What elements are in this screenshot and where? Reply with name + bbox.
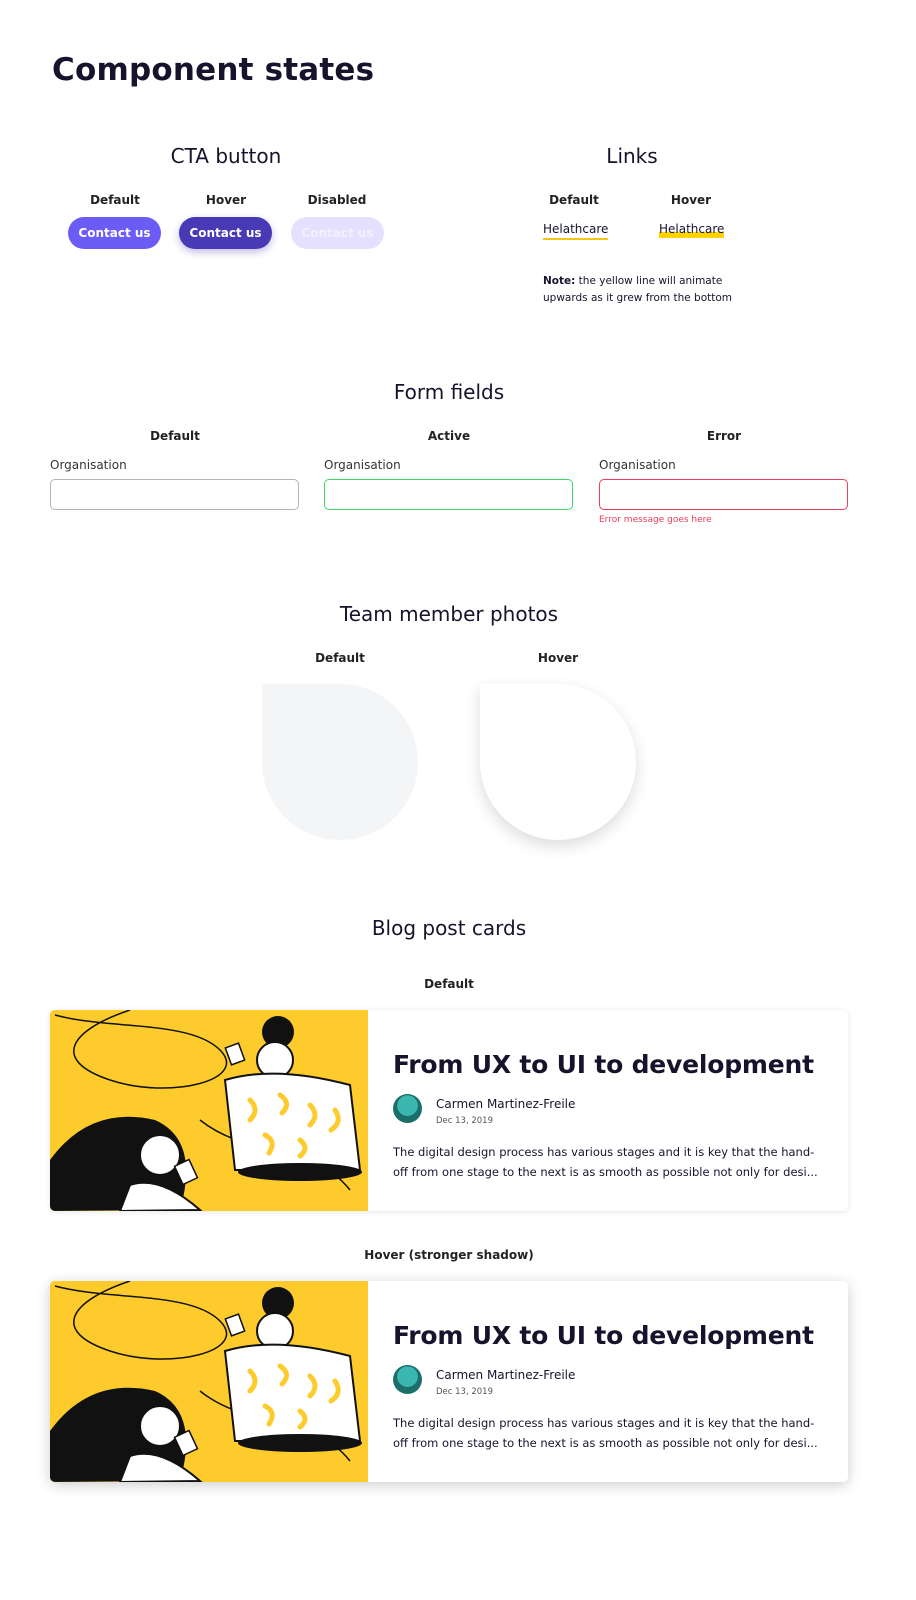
team-photo-hover[interactable] bbox=[480, 684, 636, 840]
excerpt-line-2: off from one stage to the next is as smo… bbox=[393, 1436, 818, 1450]
blog-card-title[interactable]: From UX to UI to development bbox=[393, 1321, 814, 1350]
form-error-label: Error bbox=[706, 429, 742, 443]
blog-card-hover[interactable]: From UX to UI to development Carmen Mart… bbox=[50, 1281, 848, 1482]
author-name: Carmen Martinez-Freile bbox=[436, 1368, 576, 1382]
links-note: Note: the yellow line will animate upwar… bbox=[543, 273, 743, 307]
page-title: Component states bbox=[52, 52, 375, 88]
links-section-title: Links bbox=[606, 144, 658, 168]
cta-section-title: CTA button bbox=[170, 144, 282, 168]
author-avatar bbox=[393, 1365, 422, 1394]
blog-card-default[interactable]: From UX to UI to development Carmen Mart… bbox=[50, 1010, 848, 1211]
post-excerpt: The digital design process has various s… bbox=[393, 1413, 825, 1453]
contact-us-button-hover[interactable]: Contact us bbox=[179, 217, 272, 249]
team-section-title: Team member photos bbox=[339, 602, 559, 626]
organisation-label-error: Organisation bbox=[599, 458, 676, 472]
author-avatar bbox=[393, 1094, 422, 1123]
organisation-input-active[interactable] bbox=[324, 479, 573, 510]
illustration-art bbox=[50, 1281, 368, 1482]
contact-us-button-disabled: Contact us bbox=[291, 217, 384, 249]
healthcare-link-default[interactable]: Helathcare bbox=[543, 222, 609, 240]
blog-default-label: Default bbox=[424, 977, 474, 991]
excerpt-line-2: off from one stage to the next is as smo… bbox=[393, 1165, 818, 1179]
organisation-input-default[interactable] bbox=[50, 479, 299, 510]
post-date: Dec 13, 2019 bbox=[436, 1387, 494, 1397]
excerpt-line-1: The digital design process has various s… bbox=[393, 1145, 815, 1159]
author-name: Carmen Martinez-Freile bbox=[436, 1097, 576, 1111]
team-photo-default[interactable] bbox=[262, 684, 418, 840]
error-message: Error message goes here bbox=[599, 515, 712, 525]
illustration-art bbox=[50, 1010, 368, 1211]
organisation-label-default: Organisation bbox=[50, 458, 127, 472]
note-label: Note: bbox=[543, 275, 576, 287]
cta-hover-label: Hover bbox=[205, 193, 247, 207]
form-active-label: Active bbox=[427, 429, 471, 443]
links-hover-label: Hover bbox=[670, 193, 712, 207]
post-date: Dec 13, 2019 bbox=[436, 1116, 494, 1126]
blog-card-illustration bbox=[50, 1010, 368, 1211]
post-excerpt: The digital design process has various s… bbox=[393, 1142, 825, 1182]
blog-card-illustration bbox=[50, 1281, 368, 1482]
team-hover-label: Hover bbox=[537, 651, 579, 665]
excerpt-line-1: The digital design process has various s… bbox=[393, 1416, 815, 1430]
contact-us-button-default[interactable]: Contact us bbox=[68, 217, 161, 249]
organisation-input-error[interactable] bbox=[599, 479, 848, 510]
form-default-label: Default bbox=[150, 429, 200, 443]
team-default-label: Default bbox=[315, 651, 365, 665]
form-section-title: Form fields bbox=[393, 380, 505, 404]
healthcare-link-hover[interactable]: Helathcare bbox=[659, 222, 725, 238]
blog-card-title[interactable]: From UX to UI to development bbox=[393, 1050, 814, 1079]
cta-default-label: Default bbox=[90, 193, 140, 207]
blog-hover-label: Hover (stronger shadow) bbox=[364, 1248, 534, 1262]
links-default-label: Default bbox=[549, 193, 599, 207]
blog-section-title: Blog post cards bbox=[371, 916, 527, 940]
cta-disabled-label: Disabled bbox=[307, 193, 367, 207]
organisation-label-active: Organisation bbox=[324, 458, 401, 472]
